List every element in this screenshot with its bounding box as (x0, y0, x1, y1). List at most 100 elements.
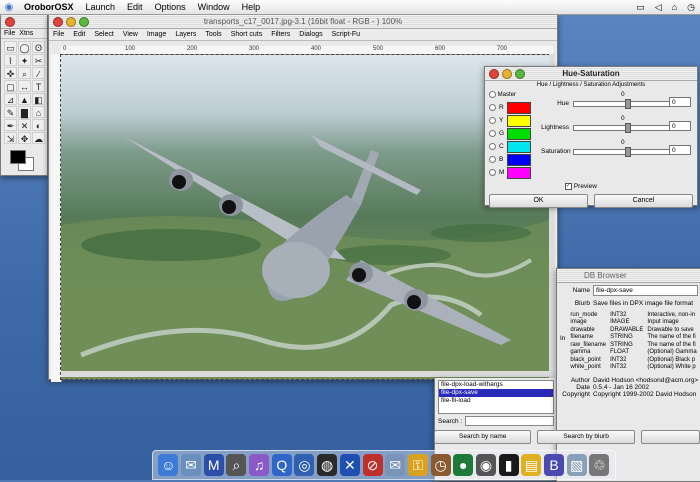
itunes-icon[interactable]: ♫ (249, 454, 270, 476)
clock-icon[interactable]: ◷ (430, 454, 451, 476)
display-icon[interactable]: ▭ (631, 2, 650, 13)
tool-1-icon[interactable]: ◯ (18, 41, 31, 53)
quicktime-icon[interactable]: Q (271, 454, 292, 476)
tool-16-icon[interactable]: ▇ (18, 106, 31, 118)
tool-2-icon[interactable]: ʘ (32, 41, 45, 53)
tool-6-icon[interactable]: ✜ (4, 67, 17, 79)
image-menu-script-fu[interactable]: Script-Fu (332, 31, 360, 38)
browser-icon[interactable]: ◎ (294, 454, 315, 476)
preview-checkbox[interactable]: ✓ Preview (565, 183, 697, 190)
color-range-r[interactable]: R (489, 101, 535, 114)
master-radio[interactable]: Master (489, 91, 535, 98)
tool-12-icon[interactable]: ⊿ (4, 93, 17, 105)
tool-23-icon[interactable]: ☁ (32, 132, 45, 144)
tool-4-icon[interactable]: ✦ (18, 54, 31, 66)
ball-icon[interactable]: ● (453, 454, 474, 476)
close-button[interactable] (489, 69, 499, 79)
b-icon[interactable]: B (544, 454, 565, 476)
search-by-blurb-button[interactable]: Search by blurb (537, 430, 635, 444)
menu-window[interactable]: Window (192, 2, 236, 12)
color-range-g[interactable]: G (489, 127, 535, 140)
mail-icon[interactable]: ✉ (181, 454, 202, 476)
image-menu-short-cuts[interactable]: Short cuts (231, 31, 263, 38)
menu-oroborosx[interactable]: OroborOSX (18, 2, 80, 12)
globe-icon[interactable]: ◍ (317, 454, 338, 476)
zoom-button[interactable] (515, 69, 525, 79)
trash-icon[interactable]: ♲ (589, 454, 610, 476)
tool-7-icon[interactable]: ⌕ (18, 67, 31, 79)
menu-options[interactable]: Options (149, 2, 192, 12)
range-radio[interactable] (489, 117, 496, 125)
range-radio[interactable] (489, 104, 496, 112)
terminal-icon[interactable]: ▮ (498, 454, 519, 476)
tool-17-icon[interactable]: ⌂ (32, 106, 45, 118)
range-radio[interactable] (489, 143, 496, 151)
lightness-value-input[interactable]: 0 (669, 121, 691, 131)
db-browser-titlebar[interactable]: DB Browser (557, 269, 700, 283)
image-menu-view[interactable]: View (123, 31, 138, 38)
volume-icon[interactable]: ◁ (650, 2, 667, 13)
tool-9-icon[interactable]: ▢ (4, 80, 17, 92)
apple-menu-icon[interactable]: ◉ (0, 2, 18, 13)
range-radio[interactable] (489, 169, 496, 177)
image-menu-tools[interactable]: Tools (205, 31, 221, 38)
image-menu-image[interactable]: Image (147, 31, 166, 38)
color-range-m[interactable]: M (489, 166, 535, 179)
image-menu-edit[interactable]: Edit (73, 31, 85, 38)
pictures-icon[interactable]: ▧ (566, 454, 587, 476)
menu-edit[interactable]: Edit (121, 2, 149, 12)
minimize-button[interactable] (502, 69, 512, 79)
list-item[interactable]: file-dpx-save (439, 389, 553, 397)
hue-saturation-titlebar[interactable]: Hue-Saturation (485, 67, 697, 81)
list-item[interactable]: file-dpx-load-withargs (439, 381, 553, 389)
tool-8-icon[interactable]: ∕ (32, 67, 45, 79)
range-radio[interactable] (489, 130, 496, 138)
close-button[interactable] (53, 17, 63, 27)
toolbox-titlebar[interactable] (1, 15, 47, 29)
stop-icon[interactable]: ⊘ (362, 454, 383, 476)
name-field[interactable]: file-dpx-save (593, 285, 698, 296)
ok-button[interactable]: OK (489, 194, 588, 209)
lock-icon[interactable]: ⚿ (407, 454, 428, 476)
tool-0-icon[interactable]: ▭ (4, 41, 17, 53)
toolbox-menu-file[interactable]: File (4, 30, 15, 37)
tool-19-icon[interactable]: ✕ (18, 119, 31, 131)
tool-15-icon[interactable]: ✎ (4, 106, 17, 118)
slider-knob[interactable] (625, 147, 631, 157)
minimize-button[interactable] (66, 17, 76, 27)
tool-11-icon[interactable]: T (32, 80, 45, 92)
tool-10-icon[interactable]: ↔ (18, 80, 31, 92)
hue-value-input[interactable]: 0 (669, 97, 691, 107)
image-menu-filters[interactable]: Filters (271, 31, 290, 38)
saturation-value-input[interactable]: 0 (669, 145, 691, 155)
search-input[interactable] (465, 416, 554, 426)
color-range-y[interactable]: Y (489, 114, 535, 127)
color-range-b[interactable]: B (489, 153, 535, 166)
range-radio[interactable] (489, 156, 496, 164)
color-selector[interactable] (4, 148, 44, 176)
tool-22-icon[interactable]: ✥ (18, 132, 31, 144)
menu-help[interactable]: Help (236, 2, 267, 12)
tool-20-icon[interactable]: ◐ (32, 119, 45, 131)
tool-21-icon[interactable]: ⇲ (4, 132, 17, 144)
magnifier-icon[interactable]: ⌕ (226, 454, 247, 476)
tool-13-icon[interactable]: ▲ (18, 93, 31, 105)
extra-button[interactable] (640, 430, 700, 444)
procedure-list[interactable]: file-dpx-load-withargs file-dpx-save file-… (438, 380, 554, 414)
search-by-name-button[interactable]: Search by name (434, 430, 532, 444)
slider-knob[interactable] (625, 99, 631, 109)
zoom-button[interactable] (79, 17, 89, 27)
tool-3-icon[interactable]: ⌇ (4, 54, 17, 66)
m-icon[interactable]: M (203, 454, 224, 476)
foreground-color[interactable] (10, 150, 26, 164)
image-menu-dialogs[interactable]: Dialogs (299, 31, 322, 38)
network-icon[interactable]: ⌂ (667, 2, 682, 13)
image-menu-select[interactable]: Select (94, 31, 113, 38)
slider-knob[interactable] (625, 123, 631, 133)
apple-icon[interactable]: ◉ (475, 454, 496, 476)
image-menu-layers[interactable]: Layers (175, 31, 196, 38)
image-menu-file[interactable]: File (53, 31, 64, 38)
folders-icon[interactable]: ▤ (521, 454, 542, 476)
toolbox-menu-xtns[interactable]: Xtns (19, 30, 33, 37)
image-titlebar[interactable]: transports_c17_0017.jpg-3.1 (16bit float… (49, 15, 557, 29)
